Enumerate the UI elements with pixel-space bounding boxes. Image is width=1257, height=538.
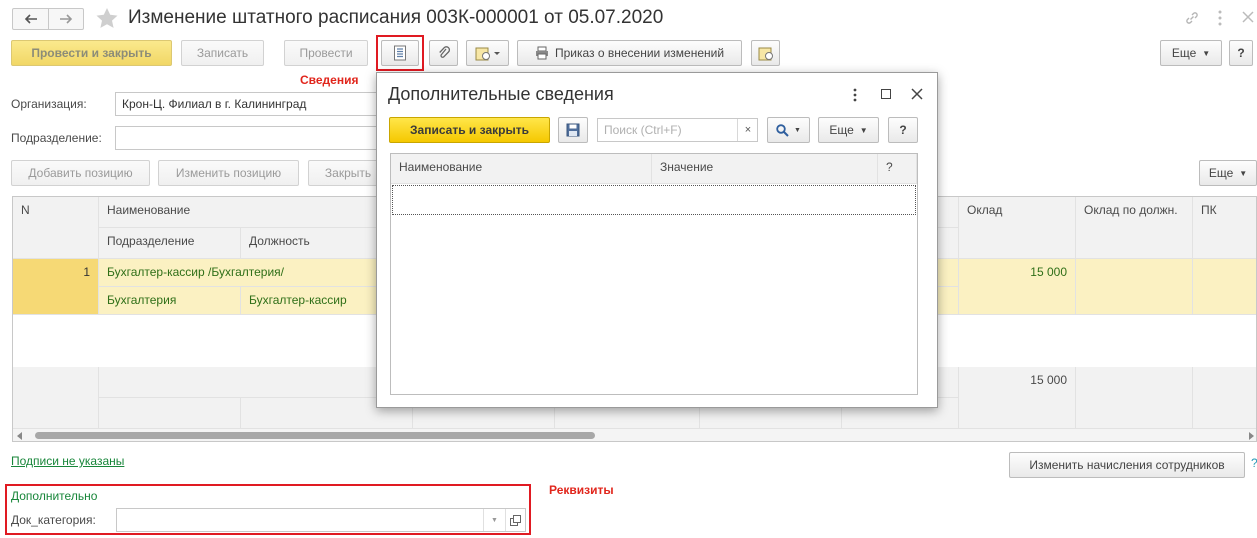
save-button[interactable]: Записать [181,40,264,66]
forward-arrow-icon[interactable] [49,9,83,29]
paperclip-icon [438,46,450,58]
chevron-down-icon: ▼ [859,125,868,135]
table-more-button[interactable]: Еще ▼ [1199,160,1257,186]
col-header-property-value[interactable]: Значение [652,154,878,184]
additional-group-title[interactable]: Дополнительно [11,489,97,503]
footer-pk [1193,367,1256,429]
signatures-link[interactable]: Подписи не указаны [11,454,124,468]
dialog-search-button[interactable]: ▼ [767,117,810,143]
col-header-pk[interactable]: ПК [1193,197,1256,259]
dialog-menu-icon[interactable] [853,88,857,102]
col-header-dept[interactable]: Подразделение [99,228,241,259]
footer-help-link[interactable]: ? [1251,456,1257,470]
salary-by-position-label: Оклад по должн. [1084,203,1178,217]
horizontal-scrollbar[interactable] [13,429,1256,441]
organization-field[interactable]: Крон-Ц. Филиал в г. Калининград [115,92,385,116]
col-header-salary-by-position[interactable]: Оклад по должн. [1076,197,1193,259]
doc-category-field[interactable] [116,508,526,532]
nav-back-forward [12,8,84,30]
footer-total-salary: 15 000 [959,367,1076,429]
table-more-label: Еще [1208,166,1234,180]
row-n[interactable]: 1 [13,259,99,315]
doc-category-dropdown-icon[interactable]: ▼ [483,509,505,531]
link-icon[interactable] [1184,10,1200,26]
doc-category-label: Док_категория: [11,513,96,527]
dialog-save-button[interactable] [558,117,588,143]
col-header-n[interactable]: N [13,197,99,259]
scroll-thumb[interactable] [35,432,595,439]
print-order-label: Приказ о внесении изменений [554,46,725,60]
save-and-close-button[interactable]: Записать и закрыть [389,117,550,143]
department-label: Подразделение: [11,131,102,145]
row-salary-by-position[interactable] [1076,259,1193,315]
report-button[interactable] [751,40,780,66]
chevron-down-icon: ▼ [1202,48,1211,58]
scroll-right-icon[interactable] [1249,432,1254,440]
change-accruals-button[interactable]: Изменить начисления сотрудников [1009,452,1245,478]
row-pk[interactable] [1193,259,1256,315]
print-order-button[interactable]: Приказ о внесении изменений [517,40,742,66]
maximize-icon[interactable] [881,89,891,99]
more-label: Еще [1171,46,1197,60]
row-dept[interactable]: Бухгалтерия [99,287,241,315]
dialog-more-button[interactable]: Еще ▼ [818,117,879,143]
footer-dept [99,398,241,429]
chevron-down-icon: ▼ [1239,168,1248,178]
back-arrow-icon[interactable] [13,9,49,29]
search-icon [776,123,789,137]
attach-button[interactable] [429,40,458,66]
info-annotation-label: Сведения [300,73,359,87]
clear-search-icon[interactable]: × [737,119,758,141]
footer-n [13,367,99,429]
open-window-icon[interactable] [505,509,525,531]
requisites-annotation-label: Реквизиты [549,483,614,497]
dialog-more-label: Еще [829,123,854,137]
scroll-left-icon[interactable] [17,432,22,440]
help-button[interactable]: ? [1229,40,1253,66]
info-highlight-box [376,35,424,71]
dialog-help-button[interactable]: ? [888,117,918,143]
window-menu-icon[interactable] [1217,9,1223,27]
col-header-salary[interactable]: Оклад [959,197,1076,259]
close-icon[interactable] [1242,11,1254,23]
dialog-search-placeholder: Поиск (Ctrl+F) [604,123,682,137]
additional-info-dialog: Дополнительные сведения Записать и закры… [376,72,938,408]
col-header-property-name[interactable]: Наименование [391,154,652,184]
document-report-icon [758,47,773,61]
edit-position-button[interactable]: Изменить позицию [158,160,299,186]
dialog-search-input[interactable]: Поиск (Ctrl+F) [597,118,758,142]
document-gear-icon [475,47,500,61]
chevron-down-icon: ▼ [794,126,801,134]
post-button[interactable]: Провести [284,40,368,66]
dialog-close-icon[interactable] [911,88,923,100]
favorite-star-icon[interactable] [95,7,119,29]
create-based-on-button[interactable] [466,40,509,66]
organization-label: Организация: [11,97,87,111]
add-position-button[interactable]: Добавить позицию [11,160,150,186]
footer-salary-by-position [1076,367,1193,429]
post-and-close-button[interactable]: Провести и закрыть [11,40,172,66]
properties-table: Наименование Значение ? [390,153,918,395]
properties-empty-row[interactable] [392,185,916,215]
more-button[interactable]: Еще ▼ [1160,40,1222,66]
col-header-property-q[interactable]: ? [878,154,917,184]
department-field[interactable] [115,126,385,150]
window-title: Изменение штатного расписания 003К-00000… [128,7,664,28]
printer-icon [535,46,548,60]
row-salary[interactable]: 15 000 [959,259,1076,315]
floppy-disk-icon [566,123,580,137]
dialog-title: Дополнительные сведения [388,84,614,104]
